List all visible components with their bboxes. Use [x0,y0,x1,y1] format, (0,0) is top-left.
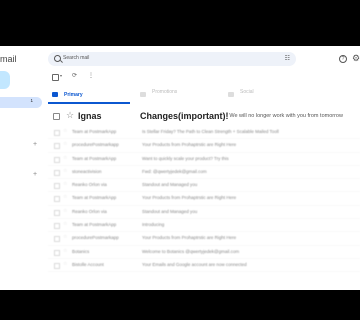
app-logo-text: mail [0,54,17,64]
plus-icon[interactable]: + [33,171,37,178]
plus-icon[interactable]: + [33,141,37,148]
search-input[interactable]: Search mail [63,55,89,61]
featured-email-row[interactable]: ☆ Ignas Changes(important)! - We will no… [48,108,360,124]
star-icon[interactable]: ☆ [63,181,67,187]
email-row[interactable]: ☆ Reanko Orlon via Standout and Managed yo… [48,179,360,193]
people-icon [228,92,234,97]
row-checkbox[interactable] [53,113,60,120]
row-checkbox[interactable] [54,209,60,216]
row-checkbox[interactable] [54,236,60,243]
search-bar[interactable]: Search mail ☷ [48,52,296,66]
refresh-icon[interactable]: ⟳ [72,72,77,79]
email-subject: Introducing [142,222,165,228]
tab-label: Promotions [152,89,178,95]
email-sender: Botanics [72,248,90,254]
category-tabs: Primary Promotions Social [48,86,360,104]
inbox-count-badge: 1 [30,98,33,103]
tab-promotions[interactable]: Promotions [136,86,222,104]
email-subject: Your Products from Prohaptrstic are Righ… [142,235,237,241]
email-sender: Ignas [78,111,102,121]
chevron-down-icon[interactable]: ▾ [60,73,62,78]
row-checkbox[interactable] [54,130,60,136]
email-row[interactable]: ☆ Team at PostmarkApp Your Products from P… [48,192,360,206]
inbox-icon [52,92,58,97]
email-sender: procedurePostmarkapp [72,142,119,148]
star-icon[interactable]: ☆ [63,221,67,227]
tab-primary[interactable]: Primary [48,86,130,104]
star-icon[interactable]: ☆ [63,248,67,254]
select-all-checkbox[interactable] [52,74,59,81]
email-row[interactable]: ☆ Team at PostmarkApp Is Stellar Friday? T… [48,126,360,140]
row-checkbox[interactable] [54,143,60,150]
row-checkbox[interactable] [54,249,60,256]
email-subject: Is Stellar Friday? The Path to Clean Str… [142,129,279,134]
tab-social[interactable]: Social [224,86,314,104]
star-icon[interactable]: ☆ [63,155,67,161]
star-icon[interactable]: ☆ [63,128,67,134]
email-sender: procedurePostmarkapp [72,235,119,241]
email-list: ☆ Team at PostmarkApp Is Stellar Friday? T… [48,126,360,273]
row-checkbox[interactable] [54,262,60,269]
email-snippet: - We will no longer work with you from t… [226,113,343,119]
email-row[interactable]: ☆ procedurePostmarkapp Your Products from … [48,139,360,153]
star-icon[interactable]: ☆ [63,194,67,200]
tab-label: Primary [64,92,83,98]
email-row[interactable]: ☆ Team at PostmarkApp Want to quickly scal… [48,153,360,166]
email-row[interactable]: ☆ Bistolle Account Your Emails and Google … [48,259,360,273]
email-subject: Your Products from Prohaptrstic are Righ… [142,195,237,201]
email-subject: Standout and Managed you [142,182,198,188]
email-row[interactable]: ☆ Reanko Orlon via Standout and Managed yo… [48,206,360,220]
star-icon[interactable]: ☆ [63,208,67,214]
email-subject: Your Emails and Google account are now c… [142,261,247,267]
email-subject: Fwd: @qwertyjedek@gmail.com [142,168,207,174]
row-checkbox[interactable] [54,169,60,176]
filter-options-icon[interactable]: ☷ [285,55,290,62]
email-sender: Team at PostmarkApp [72,195,117,201]
tab-label: Social [240,89,254,95]
gmail-window: mail 1 + + Search mail ☷ ? ⚙ ▾ ⟳ ⋮ Prima… [0,46,360,290]
more-options-icon[interactable]: ⋮ [88,72,94,79]
star-icon[interactable]: ☆ [63,168,67,174]
email-sender: Reanko Orlon via [72,208,107,214]
email-row[interactable]: ☆ procedurePostmarkapp Your Products from … [48,232,360,246]
row-checkbox[interactable] [54,156,60,163]
star-icon[interactable]: ☆ [66,110,74,121]
star-icon[interactable]: ☆ [63,141,67,147]
help-icon[interactable]: ? [339,55,347,63]
email-sender: Team at PostmarkApp [72,129,117,134]
email-row[interactable]: ☆ stoneactivision Fwd: @qwertyjedek@gmail.… [48,166,360,180]
email-row[interactable]: ☆ Botanics Welcome to Botanics @qwertyjede… [48,246,360,259]
tag-icon [140,92,146,97]
sidebar-item-inbox[interactable]: 1 [0,97,42,108]
row-checkbox[interactable] [54,196,60,203]
email-row[interactable]: ☆ Team at PostmarkApp Introducing [48,219,360,233]
row-checkbox[interactable] [54,223,60,230]
email-sender: Team at PostmarkApp [72,155,117,161]
email-subject: Your Products from Prohaptrstic are Righ… [142,142,237,148]
row-checkbox[interactable] [54,183,60,190]
email-sender: Reanko Orlon via [72,182,107,188]
email-sender: stoneactivision [72,168,102,174]
star-icon[interactable]: ☆ [63,234,67,240]
star-icon[interactable]: ☆ [63,261,67,267]
gear-icon[interactable]: ⚙ [352,53,360,64]
compose-button[interactable] [0,71,10,89]
email-subject: Standout and Managed you [142,208,198,214]
email-subject: Changes(important)! [140,111,229,121]
search-icon[interactable] [54,55,61,62]
email-sender: Team at PostmarkApp [72,222,117,228]
email-subject: Want to quickly scale your product? Try … [142,155,229,161]
email-subject: Welcome to Botanics @qwertyjedek@gmail.c… [142,248,240,254]
email-sender: Bistolle Account [72,261,104,267]
